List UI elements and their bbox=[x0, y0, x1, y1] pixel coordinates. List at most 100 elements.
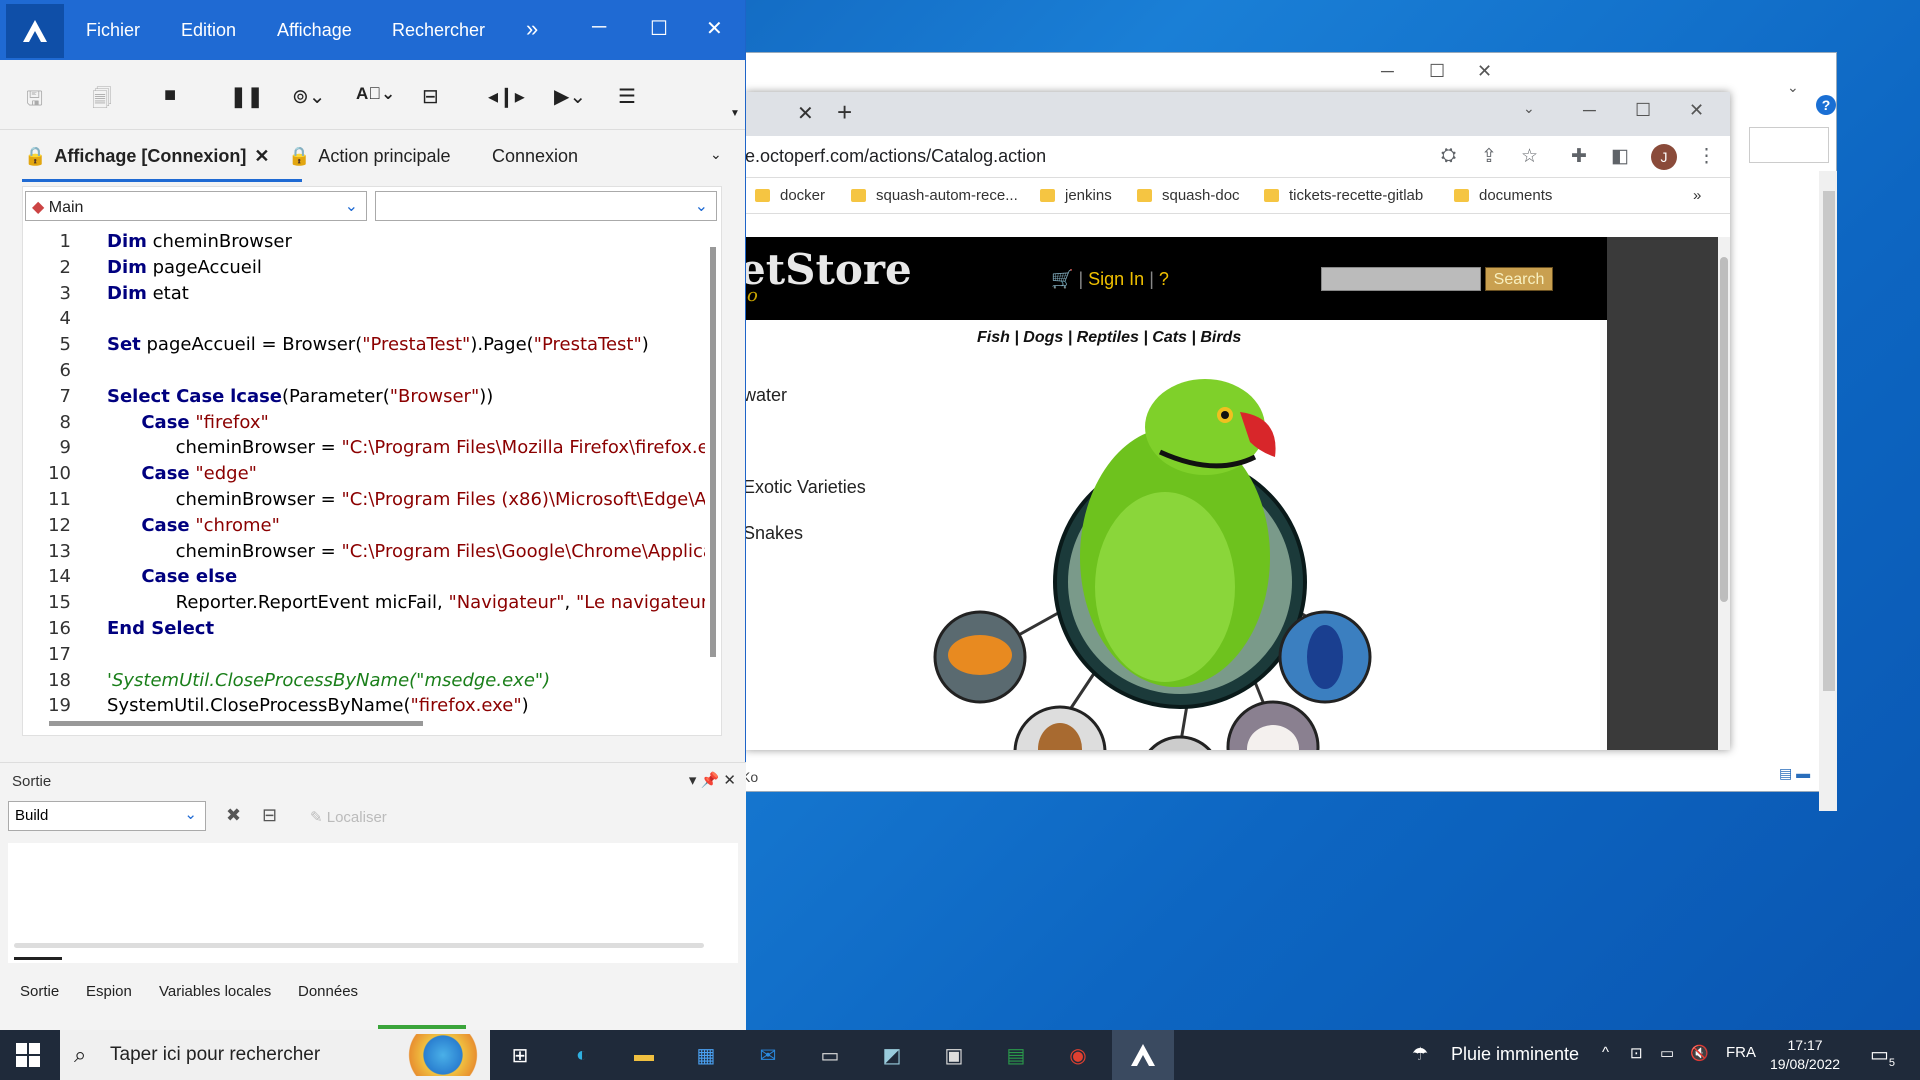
code-line[interactable]: 'SystemUtil.CloseProcessByName("msedge.e… bbox=[107, 668, 550, 694]
tab-espion[interactable]: Espion bbox=[86, 983, 132, 1000]
clear-output-icon[interactable]: ✖ bbox=[226, 805, 241, 826]
category-fish[interactable]: Fish bbox=[977, 329, 1010, 346]
help-icon[interactable]: ? bbox=[1816, 95, 1836, 115]
app-logo-icon[interactable] bbox=[6, 4, 64, 58]
checkpoint-icon[interactable]: ◂❙▸ bbox=[488, 84, 525, 109]
bookmark-docker[interactable]: docker bbox=[755, 187, 825, 204]
category-dogs[interactable]: Dogs bbox=[1023, 329, 1063, 346]
maximize-icon[interactable]: ☐ bbox=[1635, 100, 1651, 121]
bookmark-squash-autom[interactable]: squash-autom-rece... bbox=[851, 187, 1018, 204]
code-line[interactable]: Case "firefox" bbox=[107, 410, 268, 436]
tab-affichage-connexion[interactable]: 🔒 Affichage [Connexion] ✕ bbox=[24, 146, 270, 167]
petstore-logo[interactable]: etStore bbox=[745, 245, 912, 294]
output-horizontal-scrollbar[interactable] bbox=[14, 943, 704, 948]
weather-icon[interactable]: ☂ bbox=[1412, 1044, 1428, 1065]
code-line[interactable]: cheminBrowser = "C:\Program Files\Mozill… bbox=[107, 435, 705, 461]
uft-app-icon[interactable] bbox=[1127, 1040, 1159, 1070]
code-editor[interactable]: ◆ Main ⌄ ⌄ 1 Dim cheminBrowser 2 Dim pageAc… bbox=[22, 186, 722, 736]
clock[interactable]: 17:17 19/08/2022 bbox=[1770, 1036, 1840, 1074]
code-line[interactable]: Set pageAccueil = Browser("PrestaTest").… bbox=[107, 332, 649, 358]
tab-donnees[interactable]: Données bbox=[298, 983, 358, 1000]
store-icon[interactable]: ▦ bbox=[690, 1040, 722, 1070]
petstore-splash-image[interactable] bbox=[925, 357, 1385, 750]
bookmark-squash-doc[interactable]: squash-doc bbox=[1137, 187, 1240, 204]
output-settings-icon[interactable]: ⊟ bbox=[262, 805, 277, 826]
extensions-icon[interactable]: ✚ bbox=[1571, 145, 1587, 168]
tab-connexion[interactable]: Connexion bbox=[492, 146, 578, 167]
minimize-icon[interactable]: ─ bbox=[592, 16, 606, 39]
minimize-icon[interactable]: ─ bbox=[1583, 100, 1596, 121]
build-combo[interactable]: Build ⌄ bbox=[8, 801, 206, 831]
code-line[interactable]: Dim cheminBrowser bbox=[107, 229, 292, 255]
pin-icon[interactable]: 📌 bbox=[701, 772, 720, 789]
archive-icon[interactable]: ⊟ bbox=[422, 84, 439, 109]
code-line[interactable]: End Select bbox=[107, 616, 214, 642]
task-view-icon[interactable]: ⊞ bbox=[504, 1040, 536, 1070]
category-cats[interactable]: Cats bbox=[1152, 329, 1187, 346]
view-toggle-icons[interactable]: ▤ ▬ bbox=[1779, 765, 1810, 782]
code-line[interactable]: Case "edge" bbox=[107, 461, 257, 487]
tab-variables-locales[interactable]: Variables locales bbox=[159, 983, 271, 1000]
dropdown-icon[interactable]: ▾ bbox=[689, 772, 697, 789]
maximize-icon[interactable]: ☐ bbox=[1429, 61, 1445, 82]
avatar[interactable]: J bbox=[1651, 144, 1677, 170]
localiser-button[interactable]: ✎ Localiser bbox=[310, 808, 387, 826]
bookmark-tickets-recette-gitlab[interactable]: tickets-recette-gitlab bbox=[1264, 187, 1423, 204]
close-tab-icon[interactable]: ✕ bbox=[254, 146, 269, 167]
method-combo[interactable]: ⌄ bbox=[375, 191, 717, 221]
side-link-snakes[interactable]: Snakes bbox=[745, 523, 803, 544]
weather-text[interactable]: Pluie imminente bbox=[1451, 1044, 1579, 1065]
object-spy-icon[interactable]: A⃞⌄ bbox=[356, 84, 395, 104]
code-line[interactable]: cheminBrowser = "C:\Program Files (x86)\… bbox=[107, 487, 705, 513]
code-line[interactable]: Case else bbox=[107, 564, 237, 590]
bookmarks-more[interactable]: » bbox=[1693, 187, 1701, 204]
menu-rechercher[interactable]: Rechercher bbox=[392, 20, 485, 41]
edge-icon[interactable]: ◐ bbox=[566, 1040, 598, 1070]
scope-combo[interactable]: ◆ Main ⌄ bbox=[25, 191, 367, 221]
sheets-icon[interactable]: ▤ bbox=[1000, 1040, 1032, 1070]
tab-sortie[interactable]: Sortie bbox=[20, 983, 59, 1000]
cmd-icon[interactable]: ▣ bbox=[938, 1040, 970, 1070]
windows-start-icon[interactable] bbox=[16, 1043, 40, 1067]
run-icon[interactable]: ▶⌄ bbox=[554, 84, 586, 109]
tabs-overflow-icon[interactable]: ⌄ bbox=[710, 146, 722, 163]
petstore-search-input[interactable] bbox=[1321, 267, 1481, 291]
explorer-search-input[interactable] bbox=[1749, 127, 1829, 163]
close-icon[interactable]: ✕ bbox=[706, 16, 723, 41]
bookmark-documents[interactable]: documents bbox=[1454, 187, 1552, 204]
menu-fichier[interactable]: Fichier bbox=[86, 20, 140, 41]
network-icon[interactable]: ⊡ bbox=[1630, 1044, 1643, 1062]
code-line[interactable]: SystemUtil.CloseProcessByName("firefox.e… bbox=[107, 693, 529, 715]
help-link[interactable]: ? bbox=[1159, 269, 1169, 289]
minimize-icon[interactable]: ─ bbox=[1381, 61, 1394, 82]
terminal-icon[interactable]: ▭ bbox=[814, 1040, 846, 1070]
code-line[interactable]: cheminBrowser = "C:\Program Files\Google… bbox=[107, 539, 705, 565]
new-tab-icon[interactable]: + bbox=[837, 97, 852, 128]
editor-horizontal-scrollbar[interactable] bbox=[43, 717, 703, 729]
editor-vertical-scrollbar[interactable] bbox=[707, 227, 719, 715]
taskbar-search[interactable]: ⌕ Taper ici pour rechercher bbox=[60, 1030, 490, 1080]
menu-more-icon[interactable]: » bbox=[526, 16, 538, 42]
list-icon[interactable]: ☰ bbox=[618, 84, 636, 109]
notepad-icon[interactable]: ◩ bbox=[876, 1040, 908, 1070]
tab-action-principale[interactable]: 🔒 Action principale bbox=[288, 146, 451, 167]
category-reptiles[interactable]: Reptiles bbox=[1077, 329, 1139, 346]
mail-icon[interactable]: ✉ bbox=[752, 1040, 784, 1070]
notifications-icon[interactable]: ▭5 bbox=[1870, 1042, 1895, 1069]
cart-icon[interactable]: 🛒 bbox=[1051, 269, 1073, 289]
close-tab-icon[interactable]: ✕ bbox=[797, 101, 814, 126]
share-icon[interactable]: ⇪ bbox=[1481, 145, 1497, 168]
tray-expand-icon[interactable]: ^ bbox=[1602, 1044, 1609, 1061]
more-menu-icon[interactable]: ⋮ bbox=[1697, 145, 1716, 168]
url-field[interactable]: e.octoperf.com/actions/Catalog.action bbox=[745, 146, 1046, 167]
close-icon[interactable]: ✕ bbox=[1477, 61, 1492, 82]
tab-search-icon[interactable]: ⌄ bbox=[1523, 100, 1535, 117]
code-line[interactable]: Dim pageAccueil bbox=[107, 255, 262, 281]
record-icon[interactable]: ⊚⌄ bbox=[292, 84, 326, 109]
menu-affichage[interactable]: Affichage bbox=[277, 20, 352, 41]
chevron-down-icon[interactable]: ⌄ bbox=[1787, 79, 1799, 96]
chrome-scrollbar[interactable] bbox=[1718, 237, 1730, 750]
code-line[interactable]: Dim etat bbox=[107, 281, 189, 307]
save-icon[interactable]: 🖫 bbox=[26, 84, 43, 118]
bookmark-jenkins[interactable]: jenkins bbox=[1040, 187, 1112, 204]
